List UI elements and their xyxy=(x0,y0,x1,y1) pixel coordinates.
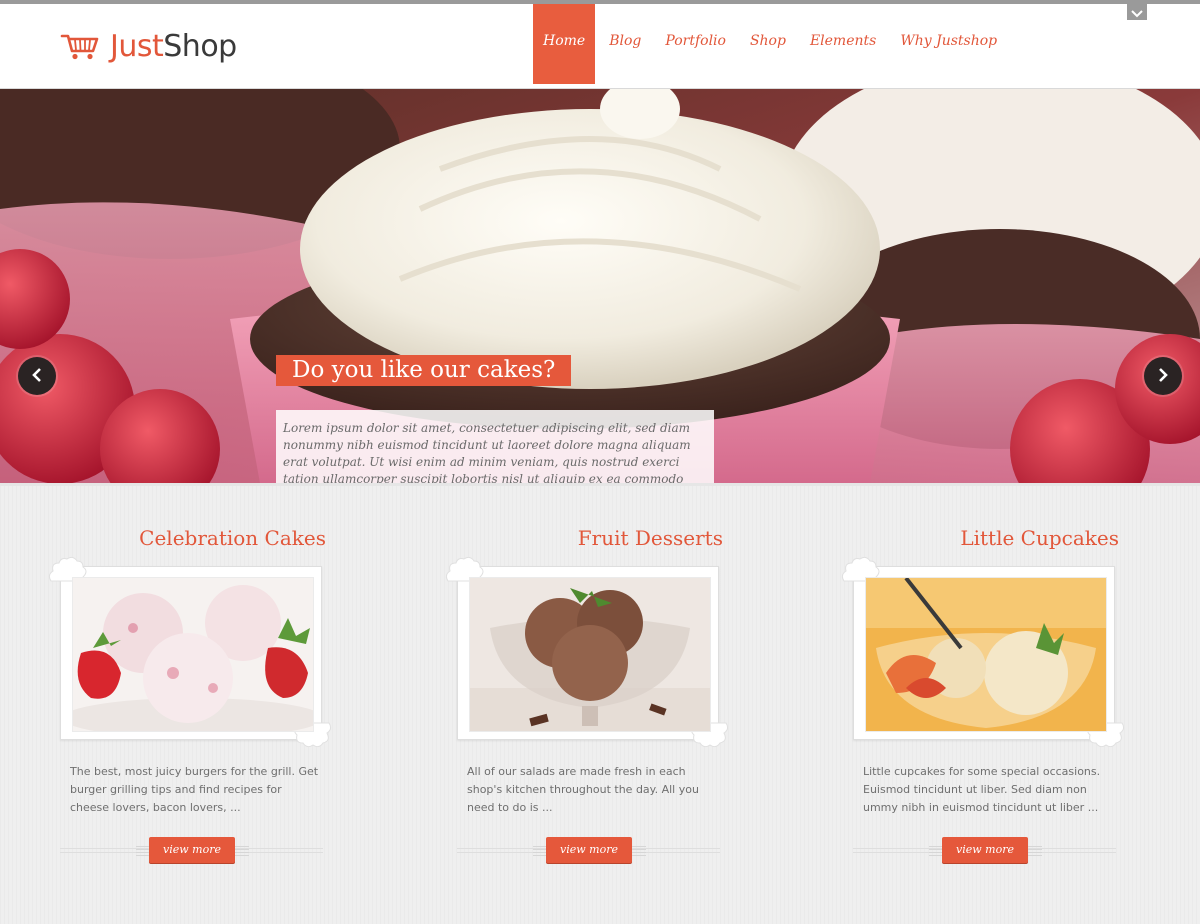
feature-description: The best, most juicy burgers for the gri… xyxy=(70,765,319,814)
logo-text-just: Just xyxy=(110,28,164,64)
logo-text: JustShop xyxy=(110,29,237,64)
cart-icon xyxy=(60,31,100,61)
feature-title: Fruit Desserts xyxy=(577,526,723,550)
divider-pattern xyxy=(235,844,249,856)
divider-pattern xyxy=(632,844,646,856)
main-nav: Home Blog Portfolio Shop Elements Why Ju… xyxy=(533,4,1011,84)
view-more-button[interactable]: view more xyxy=(149,837,235,863)
slide-title: Do you like our cakes? xyxy=(276,355,572,386)
nav-home[interactable]: Home xyxy=(533,4,596,84)
nav-portfolio[interactable]: Portfolio xyxy=(655,4,736,84)
slider-prev-button[interactable] xyxy=(18,357,56,395)
feature-description: All of our salads are made fresh in each… xyxy=(467,765,699,814)
nav-shop[interactable]: Shop xyxy=(740,4,796,84)
features-section: Celebration Cakes The best, most juicy b… xyxy=(0,483,1200,924)
feature-title: Little Cupcakes xyxy=(960,526,1119,550)
chevron-right-icon xyxy=(1157,367,1169,386)
slider-next-button[interactable] xyxy=(1144,357,1182,395)
site-header: JustShop Home Blog Portfolio Shop Elemen… xyxy=(0,4,1200,89)
feature-title: Celebration Cakes xyxy=(139,526,326,550)
view-more-button[interactable]: view more xyxy=(942,837,1028,863)
divider-pattern xyxy=(136,844,150,856)
hero-slider: Do you like our cakes? Lorem ipsum dolor… xyxy=(0,89,1200,483)
feature-image-frame[interactable] xyxy=(841,556,1125,748)
panel-toggle-button[interactable] xyxy=(1127,4,1147,20)
chevron-down-icon xyxy=(1131,3,1143,22)
feature-image-frame[interactable] xyxy=(445,556,729,748)
ice-cream-photo xyxy=(72,577,314,732)
divider-pattern xyxy=(929,844,943,856)
feature-image-frame[interactable] xyxy=(48,556,332,748)
logo-text-shop: Shop xyxy=(163,28,237,64)
site-logo[interactable]: JustShop xyxy=(60,26,237,66)
fruit-sundae-photo xyxy=(865,577,1107,732)
feature-description: Little cupcakes for some special occasio… xyxy=(863,765,1101,814)
slide-description: Lorem ipsum dolor sit amet, consectetuer… xyxy=(276,410,714,483)
view-more-button[interactable]: view more xyxy=(546,837,632,863)
nav-why-justshop[interactable]: Why Justshop xyxy=(890,4,1007,84)
nav-elements[interactable]: Elements xyxy=(800,4,886,84)
divider-pattern xyxy=(533,844,547,856)
nav-blog[interactable]: Blog xyxy=(599,4,651,84)
chocolate-ice-cream-photo xyxy=(469,577,711,732)
divider-pattern xyxy=(1028,844,1042,856)
chevron-left-icon xyxy=(31,367,43,386)
